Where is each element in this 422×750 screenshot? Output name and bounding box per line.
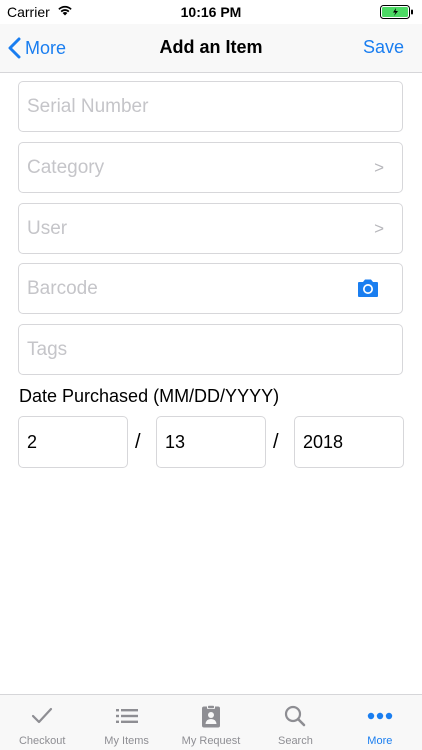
tab-label: Checkout [18,735,66,747]
day-input[interactable] [165,417,245,467]
barcode-field [18,263,403,314]
list-icon [115,709,138,723]
tab-label: Search [277,735,313,747]
serial-number-input[interactable] [27,82,347,131]
page-title: Add an Item [159,37,263,57]
navigation-bar: More Add an Item Save [0,24,422,73]
tab-label: More [367,735,393,747]
checkmark-icon [32,707,53,724]
tab-bar: Checkout My Items My Request Search More [0,694,422,750]
category-input[interactable] [27,143,347,192]
tab-my-request[interactable]: My Request [169,695,253,750]
user-input[interactable] [27,204,347,253]
tags-input[interactable] [27,325,347,374]
status-time: 10:16 PM [180,4,242,20]
barcode-input[interactable] [27,264,347,313]
tab-my-items[interactable]: My Items [84,695,168,750]
tab-more[interactable]: More [338,695,422,750]
chevron-right-icon: > [374,219,384,238]
month-input[interactable] [27,417,107,467]
day-field [156,416,266,468]
month-field [18,416,128,468]
camera-icon[interactable] [356,278,380,298]
tab-checkout[interactable]: Checkout [0,695,84,750]
battery-icon [380,5,413,19]
year-field [294,416,404,468]
more-icon [367,712,393,720]
tab-label: My Items [104,735,149,747]
date-separator: / [273,431,279,453]
search-icon [285,705,306,727]
tab-label: My Request [181,735,241,747]
status-bar: Carrier 10:16 PM [0,0,422,24]
category-field[interactable]: > [18,142,403,193]
date-separator: / [135,431,141,453]
serial-number-field [18,81,403,132]
tags-field [18,324,403,375]
date-purchased-label: Date Purchased (MM/DD/YYYY) [19,386,280,406]
clipboard-icon [202,705,221,728]
user-field[interactable]: > [18,203,403,254]
chevron-right-icon: > [374,158,384,177]
year-input[interactable] [303,417,383,467]
save-button[interactable]: Save [363,37,404,58]
tab-search[interactable]: Search [253,695,337,750]
